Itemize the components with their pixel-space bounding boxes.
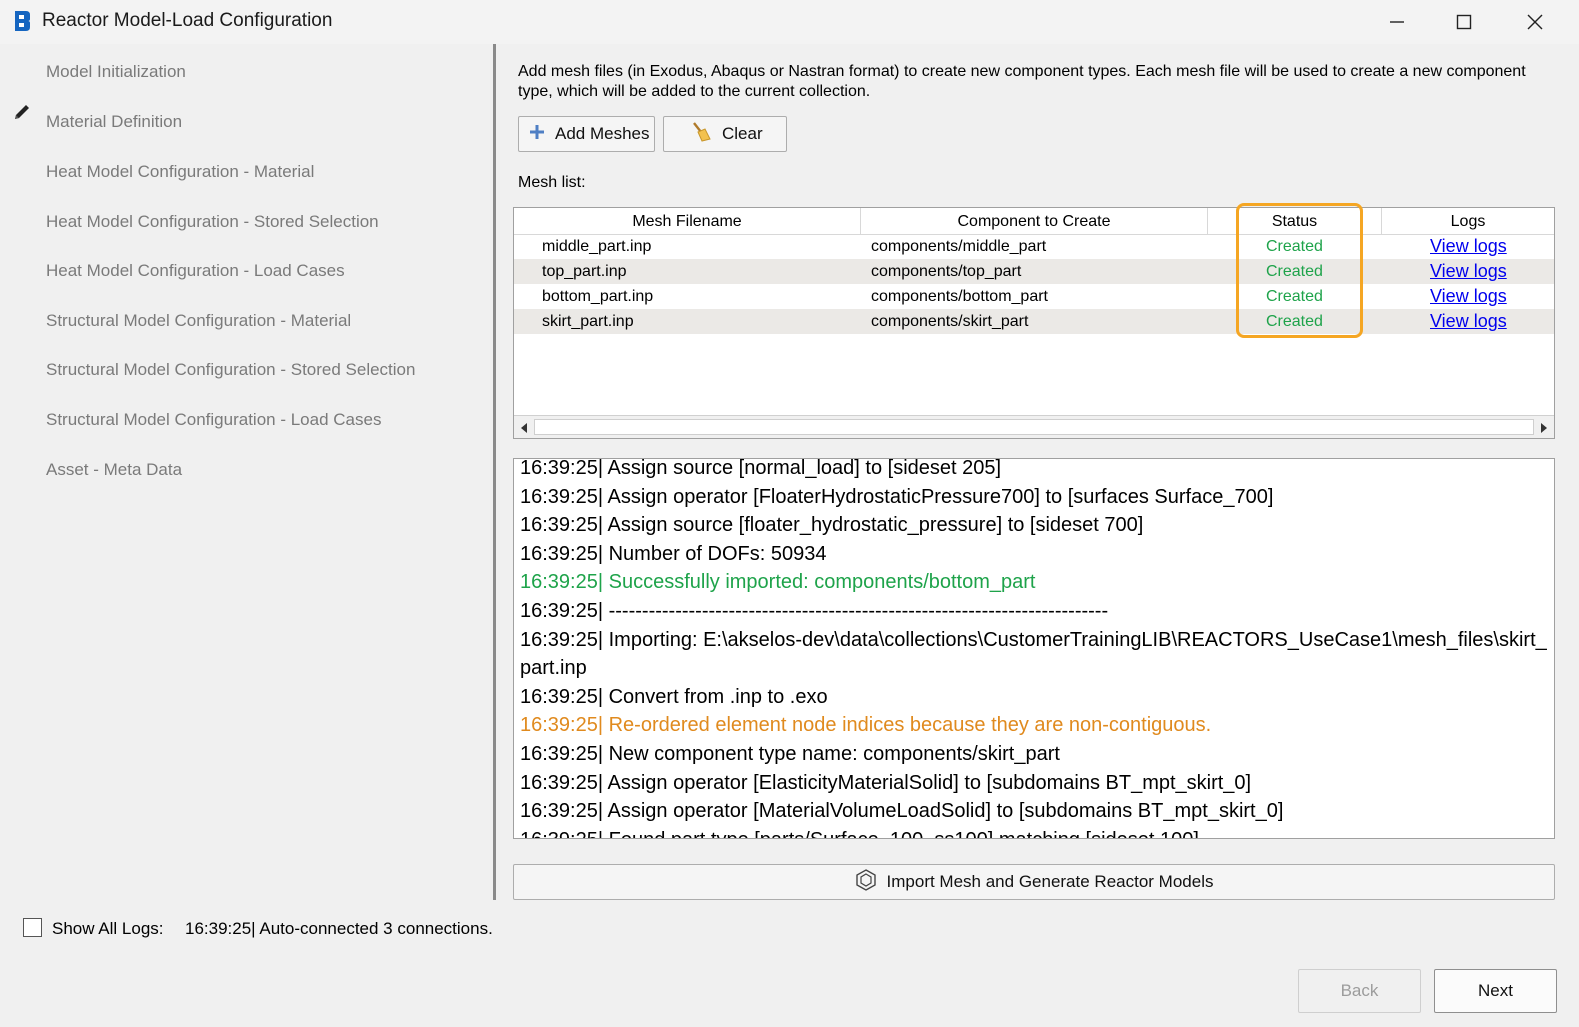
log-line: 16:39:25| Assign source [floater_hydrost… bbox=[520, 514, 1144, 537]
view-logs-link[interactable]: View logs bbox=[1430, 284, 1507, 309]
mesh-list-label: Mesh list: bbox=[518, 174, 586, 191]
close-icon bbox=[1527, 14, 1543, 30]
table-header: Mesh Filename Component to Create Status… bbox=[514, 208, 1554, 235]
scroll-left-icon bbox=[521, 422, 527, 433]
broom-icon bbox=[690, 121, 712, 148]
scroll-left-button[interactable] bbox=[514, 416, 534, 438]
step-structural-load-cases[interactable]: Structural Model Configuration - Load Ca… bbox=[46, 410, 381, 430]
component-cell: components/bottom_part bbox=[871, 288, 1048, 305]
log-line: 16:39:25| Found part type [parts/Surface… bbox=[520, 826, 1199, 838]
view-logs-link[interactable]: View logs bbox=[1430, 259, 1507, 284]
window-title: Reactor Model-Load Configuration bbox=[42, 10, 333, 31]
log-line: 16:39:25| Assign operator [FloaterHydros… bbox=[520, 485, 1274, 508]
step-structural-material[interactable]: Structural Model Configuration - Materia… bbox=[46, 311, 351, 331]
scrollbar-track[interactable] bbox=[534, 419, 1534, 435]
log-line: part.inp bbox=[520, 657, 587, 680]
minimize-icon bbox=[1390, 21, 1404, 23]
column-header-mesh-filename[interactable]: Mesh Filename bbox=[514, 208, 861, 234]
log-line: 16:39:25| Assign source [normal_load] to… bbox=[520, 458, 1002, 479]
maximize-icon bbox=[1456, 14, 1472, 30]
component-cell: components/middle_part bbox=[871, 238, 1047, 255]
step-asset-meta-data[interactable]: Asset - Meta Data bbox=[46, 460, 182, 480]
log-line: 16:39:25| ------------------------------… bbox=[520, 600, 1109, 622]
log-line-warning: 16:39:25| Re-ordered element node indice… bbox=[520, 714, 1212, 737]
status-column-highlight bbox=[1236, 203, 1363, 338]
mesh-table: Mesh Filename Component to Create Status… bbox=[513, 207, 1555, 439]
add-meshes-button[interactable]: Add Meshes bbox=[518, 116, 655, 152]
maximize-button[interactable] bbox=[1429, 0, 1499, 44]
view-logs-link[interactable]: View logs bbox=[1430, 309, 1507, 334]
title-bar: Reactor Model-Load Configuration bbox=[0, 0, 1579, 44]
table-horizontal-scrollbar[interactable] bbox=[514, 415, 1554, 438]
step-heat-stored-selection[interactable]: Heat Model Configuration - Stored Select… bbox=[46, 212, 379, 232]
log-line: 16:39:25| Assign operator [MaterialVolum… bbox=[520, 800, 1284, 823]
instructions-text: Add mesh files (in Exodus, Abaqus or Nas… bbox=[518, 63, 1526, 100]
view-logs-link[interactable]: View logs bbox=[1430, 234, 1507, 259]
log-line: 16:39:25| Assign operator [ElasticityMat… bbox=[520, 771, 1252, 794]
log-line: 16:39:25| Convert from .inp to .exo bbox=[520, 685, 828, 708]
wizard-steps-sidebar: Model Initialization Material Definition… bbox=[0, 44, 494, 904]
minimize-button[interactable] bbox=[1362, 0, 1432, 44]
show-all-logs-label[interactable]: Show All Logs: bbox=[52, 919, 164, 939]
log-line: 16:39:25| Number of DOFs: 50934 bbox=[520, 542, 827, 565]
step-structural-stored-selection[interactable]: Structural Model Configuration - Stored … bbox=[46, 360, 415, 380]
log-output[interactable]: 16:39:25| Assign source [normal_load] to… bbox=[513, 458, 1555, 839]
app-logo-icon bbox=[12, 10, 32, 32]
close-button[interactable] bbox=[1500, 0, 1570, 44]
step-heat-material[interactable]: Heat Model Configuration - Material bbox=[46, 162, 314, 182]
status-message: 16:39:25| Auto-connected 3 connections. bbox=[185, 919, 493, 938]
clear-button[interactable]: Clear bbox=[663, 116, 787, 152]
component-cell: components/top_part bbox=[871, 263, 1022, 280]
table-row[interactable]: bottom_part.inp components/bottom_part C… bbox=[514, 284, 1554, 309]
step-model-initialization[interactable]: Model Initialization bbox=[46, 62, 186, 82]
next-button[interactable]: Next bbox=[1434, 969, 1557, 1013]
pencil-icon bbox=[12, 102, 32, 127]
mesh-filename-cell: skirt_part.inp bbox=[542, 313, 634, 330]
back-button[interactable]: Back bbox=[1298, 969, 1421, 1013]
table-row[interactable]: skirt_part.inp components/skirt_part Cre… bbox=[514, 309, 1554, 334]
scroll-right-button[interactable] bbox=[1534, 416, 1554, 438]
mesh-filename-cell: top_part.inp bbox=[542, 263, 627, 280]
import-mesh-label: Import Mesh and Generate Reactor Models bbox=[886, 872, 1214, 891]
column-header-logs[interactable]: Logs bbox=[1382, 208, 1554, 234]
add-meshes-label: Add Meshes bbox=[555, 124, 650, 143]
mesh-filename-cell: middle_part.inp bbox=[542, 238, 652, 255]
column-header-component[interactable]: Component to Create bbox=[861, 208, 1208, 234]
table-row[interactable]: top_part.inp components/top_part Created… bbox=[514, 259, 1554, 284]
mesh-filename-cell: bottom_part.inp bbox=[542, 288, 654, 305]
table-row[interactable]: middle_part.inp components/middle_part C… bbox=[514, 234, 1554, 259]
show-all-logs-checkbox[interactable] bbox=[23, 918, 42, 937]
log-line-success: 16:39:25| Successfully imported: compone… bbox=[520, 571, 1036, 594]
step-heat-load-cases[interactable]: Heat Model Configuration - Load Cases bbox=[46, 261, 345, 281]
component-cell: components/skirt_part bbox=[871, 313, 1029, 330]
clear-label: Clear bbox=[722, 124, 763, 143]
hexagon-icon bbox=[855, 868, 877, 896]
log-line: 16:39:25| New component type name: compo… bbox=[520, 743, 1060, 765]
panel-splitter[interactable] bbox=[493, 44, 496, 900]
step-material-definition[interactable]: Material Definition bbox=[46, 112, 182, 132]
import-mesh-button[interactable]: Import Mesh and Generate Reactor Models bbox=[513, 864, 1555, 900]
plus-icon bbox=[529, 124, 545, 145]
log-line: 16:39:25| Importing: E:\akselos-dev\data… bbox=[520, 628, 1547, 651]
scroll-right-icon bbox=[1541, 422, 1547, 433]
